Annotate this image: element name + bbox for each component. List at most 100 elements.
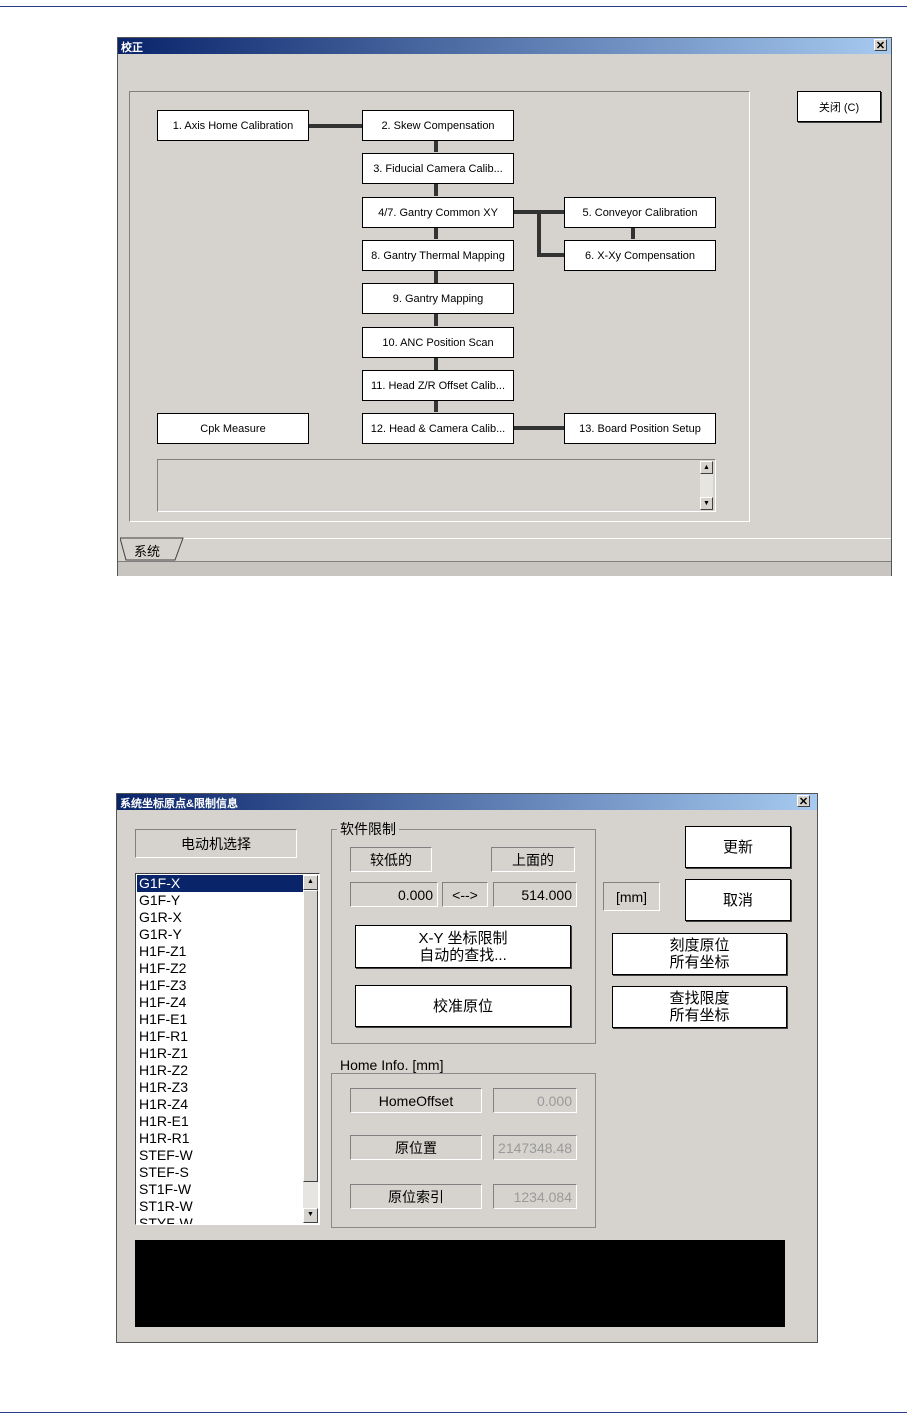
motor-list-item[interactable]: H1R-R1 (137, 1130, 303, 1147)
cancel-button[interactable]: 取消 (685, 879, 791, 921)
connector-line (434, 400, 438, 412)
motor-list-item[interactable]: H1R-Z4 (137, 1096, 303, 1113)
scroll-thumb[interactable] (303, 890, 318, 1182)
x-xy-compensation-button[interactable]: 6. X-Xy Compensation (564, 240, 716, 271)
upper-limit-label: 上面的 (491, 847, 575, 872)
connector-line (434, 183, 438, 196)
lower-limit-label: 较低的 (350, 847, 432, 872)
axis-home-calibration-button[interactable]: 1. Axis Home Calibration (157, 110, 309, 141)
motor-list-item[interactable]: G1F-X (137, 875, 303, 892)
xy-limit-auto-find-line1: X-Y 坐标限制 (418, 929, 508, 947)
home-limit-window-title: 系统坐标原点&限制信息 (120, 798, 238, 810)
motor-list-items: G1F-X G1F-Y G1R-X G1R-Y H1F-Z1 H1F-Z2 H1F-Z3 H1… (137, 875, 303, 1224)
tab-system-label: 系统 (134, 544, 161, 559)
home-index-label: 原位索引 (350, 1184, 482, 1209)
motor-list-item[interactable]: ST1F-W (137, 1181, 303, 1198)
cancel-button-label: 取消 (722, 891, 753, 909)
home-index-field: 1234.084 (493, 1184, 577, 1209)
connector-line (434, 270, 438, 283)
close-button[interactable]: 关闭 (C) (797, 91, 881, 122)
motor-list-item[interactable]: STEF-W (137, 1147, 303, 1164)
motor-list-item[interactable]: H1F-Z4 (137, 994, 303, 1011)
calibration-message-box[interactable]: ▲ ▼ (157, 459, 716, 512)
home-offset-label: HomeOffset (350, 1088, 482, 1113)
vertical-scrollbar[interactable]: ▲ ▼ (700, 461, 713, 510)
xy-limit-auto-find-line2: 自动的查找... (419, 946, 507, 964)
scroll-up-icon[interactable]: ▲ (303, 875, 318, 890)
motor-list-item[interactable]: G1R-X (137, 909, 303, 926)
motor-list-item[interactable]: G1F-Y (137, 892, 303, 909)
close-icon[interactable]: ✕ (797, 795, 810, 808)
calibrate-home-label: 校准原位 (432, 997, 493, 1015)
gantry-thermal-mapping-button[interactable]: 8. Gantry Thermal Mapping (362, 240, 514, 271)
connector-line (309, 124, 363, 128)
unit-label: [mm] (603, 882, 660, 911)
connector-line (434, 314, 438, 326)
connector-line (434, 357, 438, 370)
lower-limit-field[interactable]: 0.000 (350, 882, 438, 907)
home-limit-window: 系统坐标原点&限制信息 ✕ 电动机选择 G1F-X G1F-Y G1R-X G1R-Y… (116, 793, 818, 1343)
gantry-mapping-button[interactable]: 9. Gantry Mapping (362, 283, 514, 314)
scroll-down-icon[interactable]: ▼ (700, 497, 713, 510)
motor-list-item[interactable]: H1R-Z3 (137, 1079, 303, 1096)
motor-list-item[interactable]: H1R-E1 (137, 1113, 303, 1130)
output-console (135, 1240, 785, 1327)
connector-line (514, 426, 564, 430)
scale-home-all-axes-button[interactable]: 刻度原位 所有坐标 (612, 933, 787, 975)
head-zr-offset-calib-button[interactable]: 11. Head Z/R Offset Calib... (362, 370, 514, 401)
find-limit-all-axes-button[interactable]: 查找限度 所有坐标 (612, 986, 787, 1028)
motor-list-item[interactable]: H1F-Z3 (137, 977, 303, 994)
connector-line (537, 210, 541, 255)
motor-select-label: 电动机选择 (135, 829, 297, 858)
motor-list-item[interactable]: H1F-R1 (137, 1028, 303, 1045)
connector-line (537, 253, 564, 257)
home-position-label: 原位置 (350, 1135, 482, 1160)
conveyor-calibration-button[interactable]: 5. Conveyor Calibration (564, 197, 716, 228)
soft-limit-group-title: 软件限制 (337, 819, 399, 839)
close-icon[interactable]: ✕ (874, 39, 887, 52)
motor-list-item[interactable]: STEF-S (137, 1164, 303, 1181)
calibrate-home-button[interactable]: 校准原位 (355, 985, 571, 1027)
xy-limit-auto-find-button[interactable]: X-Y 坐标限制 自动的查找... (355, 925, 571, 968)
calibration-titlebar: 校正 ✕ (118, 38, 891, 54)
motor-list-item[interactable]: H1F-Z1 (137, 943, 303, 960)
scroll-up-icon[interactable]: ▲ (700, 461, 713, 474)
motor-list-item[interactable]: STYF-W (137, 1215, 303, 1224)
fiducial-camera-calib-button[interactable]: 3. Fiducial Camera Calib... (362, 153, 514, 184)
calibration-window: 校正 ✕ 1. Axis Home Calibration 2. Skew Co… (117, 37, 892, 576)
board-position-setup-button[interactable]: 13. Board Position Setup (564, 413, 716, 444)
home-position-field: 2147348.48 (493, 1135, 577, 1160)
motor-list-item[interactable]: H1R-Z2 (137, 1062, 303, 1079)
motor-list-item[interactable]: G1R-Y (137, 926, 303, 943)
motor-list-item[interactable]: H1R-Z1 (137, 1045, 303, 1062)
home-offset-field: 0.000 (493, 1088, 577, 1113)
cpk-measure-button[interactable]: Cpk Measure (157, 413, 309, 444)
motor-list-item[interactable]: ST1R-W (137, 1198, 303, 1215)
connector-line (434, 227, 438, 239)
scale-home-line1: 刻度原位 (669, 937, 730, 954)
gantry-common-xy-button[interactable]: 4/7. Gantry Common XY (362, 197, 514, 228)
update-button-label: 更新 (722, 838, 753, 856)
anc-position-scan-button[interactable]: 10. ANC Position Scan (362, 327, 514, 358)
home-limit-titlebar: 系统坐标原点&限制信息 ✕ (117, 794, 817, 810)
window-bottom-strip (118, 561, 891, 576)
range-arrow-label: <--> (442, 882, 488, 907)
skew-compensation-button[interactable]: 2. Skew Compensation (362, 110, 514, 141)
scale-home-line2: 所有坐标 (669, 954, 730, 971)
scroll-down-icon[interactable]: ▼ (303, 1208, 318, 1223)
vertical-scrollbar[interactable]: ▲ ▼ (303, 875, 318, 1223)
calibration-window-title: 校正 (121, 42, 143, 54)
bottom-rule (0, 1412, 907, 1413)
connector-line (434, 140, 438, 152)
update-button[interactable]: 更新 (685, 826, 791, 868)
find-limit-line2: 所有坐标 (669, 1007, 730, 1024)
motor-list-item[interactable]: H1F-Z2 (137, 960, 303, 977)
motor-list-item[interactable]: H1F-E1 (137, 1011, 303, 1028)
motor-list[interactable]: G1F-X G1F-Y G1R-X G1R-Y H1F-Z1 H1F-Z2 H1F-Z3 H1… (135, 873, 320, 1225)
connector-line (631, 227, 635, 239)
top-rule (0, 6, 907, 7)
head-camera-calib-button[interactable]: 12. Head & Camera Calib... (362, 413, 514, 444)
upper-limit-field[interactable]: 514.000 (493, 882, 577, 907)
home-info-group-title: Home Info. [mm] (337, 1057, 447, 1073)
find-limit-line1: 查找限度 (669, 990, 730, 1007)
